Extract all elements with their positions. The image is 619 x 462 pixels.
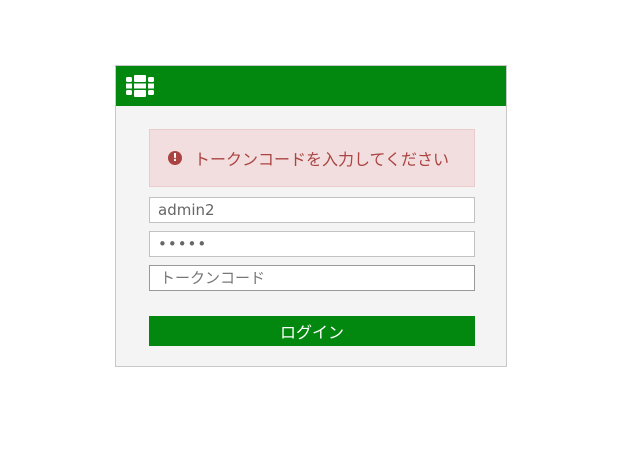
login-button[interactable]: ログイン: [149, 316, 475, 346]
error-alert: ! トークンコードを入力してください: [149, 129, 475, 187]
panel-header: [116, 66, 506, 106]
exclamation-circle-icon: !: [168, 151, 182, 165]
login-panel: ! トークンコードを入力してください ログイン: [115, 65, 507, 367]
fortinet-logo-icon: [126, 75, 154, 97]
password-input[interactable]: [149, 231, 475, 257]
alert-message: トークンコードを入力してください: [194, 150, 450, 169]
username-input[interactable]: [149, 197, 475, 223]
token-code-input[interactable]: [149, 265, 475, 291]
